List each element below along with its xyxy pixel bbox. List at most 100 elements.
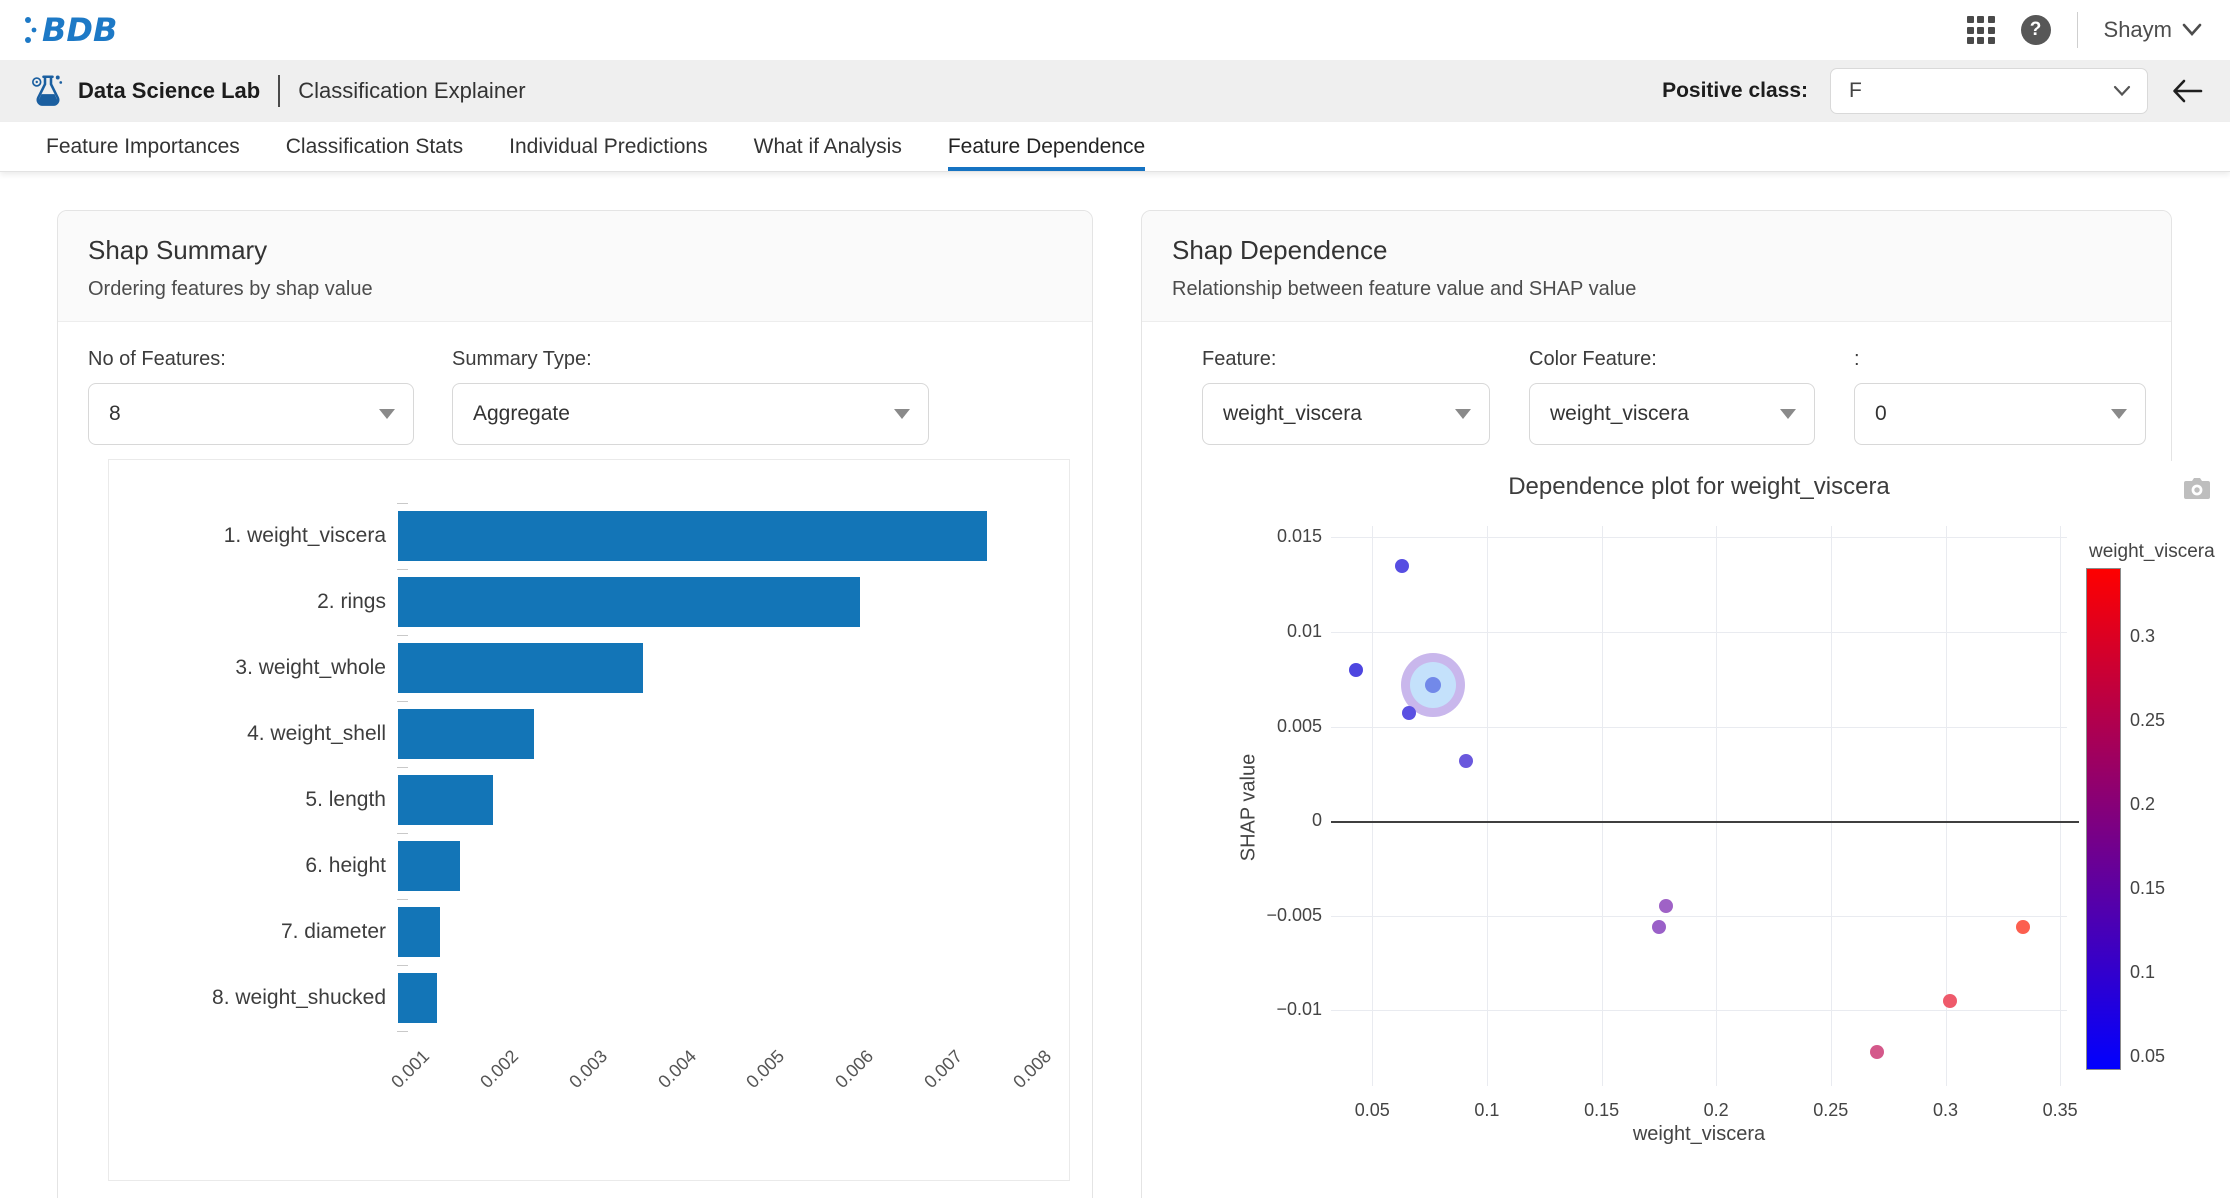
category-label: 2. rings [109,590,398,614]
data-science-lab-icon [30,72,66,110]
logo-text: BDB [42,11,117,49]
y-tick-label: 0.005 [1252,716,1322,737]
bar[interactable] [398,577,860,627]
colorbar-tick-label: 0.1 [2130,962,2155,983]
scatter-point[interactable] [1395,559,1409,573]
gridline-y [1331,537,2067,538]
category-label: 7. diameter [109,920,398,944]
colorbar-gradient [2087,569,2120,1069]
x-tick-label: 0.001 [387,1046,434,1093]
tab-feature-importances[interactable]: Feature Importances [46,122,240,171]
tab-feature-dependence[interactable]: Feature Dependence [948,122,1145,171]
no-of-features-label: No of Features: [88,348,414,371]
summary-type-select[interactable]: Aggregate [452,383,929,445]
shap-dependence-title: Shap Dependence [1172,235,2141,266]
x-tick-label: 0.25 [1796,1100,1866,1121]
bar-track [398,973,1059,1023]
subheader-right: Positive class: F [1662,68,2204,114]
y-tick-label: 0.01 [1252,621,1322,642]
bdb-logo-icon: BDB [20,8,140,52]
x-tick-label: 0.35 [2025,1100,2095,1121]
subheader-bar: Data Science Lab Classification Explaine… [0,60,2230,122]
apps-grid-icon[interactable] [1967,16,1995,44]
chevron-down-icon [2182,23,2202,37]
x-tick-label: 0.15 [1567,1100,1637,1121]
positive-class-select[interactable]: F [1830,68,2148,114]
x-axis-title: weight_viscera [1331,1123,2067,1146]
user-menu[interactable]: Shaym [2104,17,2202,43]
title-separator [278,75,280,107]
category-tick-mark [397,899,408,900]
caret-down-icon [1455,409,1471,419]
x-tick-label: 0.2 [1681,1100,1751,1121]
app-title: Data Science Lab [78,78,260,104]
page-title: Classification Explainer [298,78,525,104]
category-tick-mark [397,635,408,636]
help-icon[interactable]: ? [2021,15,2051,45]
shap-summary-controls: No of Features: 8 Summary Type: Aggregat… [58,322,1092,445]
colorbar-title: weight_viscera [2089,541,2215,563]
colorbar-tick-label: 0.25 [2130,710,2165,731]
camera-download-icon[interactable] [2183,477,2211,501]
scatter-point[interactable] [1659,899,1673,913]
bar-row: 1. weight_viscera [109,503,1059,569]
caret-down-icon [894,409,910,419]
scatter-point[interactable] [1870,1045,1884,1059]
bar-x-axis: 0.0010.0020.0030.0040.0050.0060.0070.008 [410,1038,1059,1128]
user-name: Shaym [2104,17,2172,43]
bar[interactable] [398,907,440,957]
bar[interactable] [398,973,437,1023]
category-label: 1. weight_viscera [109,524,398,548]
y-tick-label: 0.015 [1252,526,1322,547]
index-label: : [1854,348,2146,371]
gridline-x [1372,526,1373,1086]
scatter-point[interactable] [1943,994,1957,1008]
x-tick-label: 0.006 [832,1046,879,1093]
gridline-y [1331,1010,2067,1011]
bdb-logo[interactable]: BDB [20,8,140,52]
y-axis-title: SHAP value [1238,743,1261,873]
category-tick-mark [397,965,408,966]
bar-row: 7. diameter [109,899,1059,965]
scatter-point[interactable] [1349,663,1363,677]
tab-what-if-analysis[interactable]: What if Analysis [754,122,902,171]
bar-track [398,841,1059,891]
tab-individual-predictions[interactable]: Individual Predictions [509,122,707,171]
caret-down-icon [2111,409,2127,419]
bar-row: 5. length [109,767,1059,833]
scatter-point[interactable] [1402,706,1416,720]
scatter-point [1425,677,1441,693]
bar-track [398,775,1059,825]
category-label: 3. weight_whole [109,656,398,680]
bar[interactable] [398,511,987,561]
y-tick-label: 0 [1252,810,1322,831]
scatter-point[interactable] [1652,920,1666,934]
bar[interactable] [398,709,534,759]
gridline-x [1831,526,1832,1086]
bar-row: 6. height [109,833,1059,899]
index-select[interactable]: 0 [1854,383,2146,445]
tab-classification-stats[interactable]: Classification Stats [286,122,463,171]
gridline-y [1331,632,2067,633]
x-tick-label: 0.008 [1009,1046,1056,1093]
x-tick-label: 0.05 [1337,1100,1407,1121]
index-control: : 0 [1854,348,2146,445]
back-arrow-icon[interactable] [2170,76,2204,106]
no-of-features-select[interactable]: 8 [88,383,414,445]
color-feature-select[interactable]: weight_viscera [1529,383,1815,445]
bar-rows: 1. weight_viscera 2. rings 3. weight_whole… [109,503,1059,1031]
caret-down-icon [379,409,395,419]
x-tick-label: 0.002 [476,1046,523,1093]
category-label: 8. weight_shucked [109,986,398,1010]
category-label: 4. weight_shell [109,722,398,746]
bar[interactable] [398,643,643,693]
color-feature-label: Color Feature: [1529,348,1815,371]
dependence-plot-title: Dependence plot for weight_viscera [1331,473,2067,501]
scatter-point[interactable] [1459,754,1473,768]
scatter-point[interactable] [2016,920,2030,934]
bar[interactable] [398,841,460,891]
bar-track [398,577,1059,627]
bar[interactable] [398,775,493,825]
y-tick-label: −0.005 [1252,905,1322,926]
feature-select[interactable]: weight_viscera [1202,383,1490,445]
